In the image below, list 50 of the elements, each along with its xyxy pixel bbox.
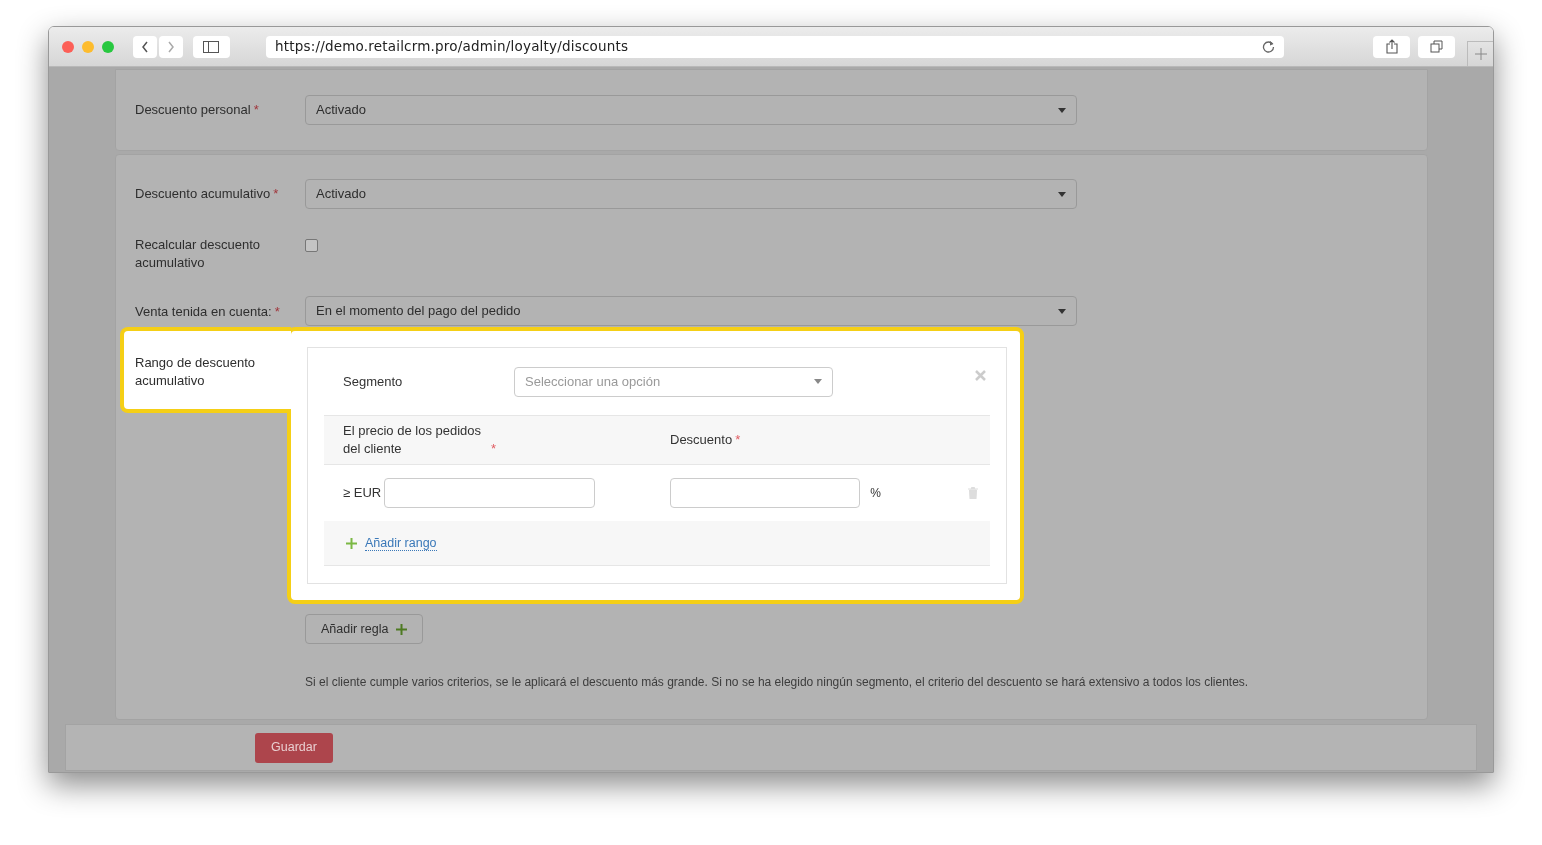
close-icon[interactable] — [974, 369, 987, 382]
back-button[interactable] — [133, 35, 157, 58]
field-label: Recalcular descuento acumulativo — [135, 236, 262, 272]
sidebar-icon — [203, 40, 220, 53]
required-mark: * — [491, 440, 497, 458]
share-icon — [1385, 39, 1398, 54]
minimize-window-icon[interactable] — [82, 40, 94, 53]
address-bar[interactable]: https://demo.retailcrm.pro/admin/loyalty/discounts — [265, 35, 1285, 58]
select-field[interactable]: Activado — [305, 95, 1077, 125]
dropdown-caret-icon — [1058, 107, 1066, 113]
plus-icon — [1474, 48, 1487, 60]
required-mark: * — [274, 304, 280, 319]
discount-input[interactable] — [670, 478, 861, 508]
amount-input[interactable] — [384, 478, 596, 508]
tabs-icon — [1430, 40, 1444, 53]
sidebar-button[interactable] — [193, 35, 230, 58]
dropdown-caret-icon — [1058, 191, 1066, 197]
maximize-window-icon[interactable] — [102, 40, 114, 53]
back-icon — [140, 39, 150, 54]
required-mark: * — [253, 102, 259, 118]
share-button[interactable] — [1373, 35, 1411, 58]
tabs-button[interactable] — [1418, 35, 1456, 58]
required-mark: * — [273, 186, 279, 202]
dropdown-caret-icon — [814, 379, 822, 384]
new-tab-button[interactable] — [1467, 41, 1493, 66]
required-mark: * — [735, 431, 741, 449]
label-text: Descuento personal — [135, 102, 251, 118]
url-text: https://demo.retailcrm.pro/admin/loyalty/discounts — [274, 37, 629, 57]
add-rule-button[interactable]: Añadir regla — [305, 614, 424, 644]
currency-prefix: ≥ EUR — [343, 484, 382, 503]
label-text: Venta tenida en cuenta: — [135, 304, 272, 319]
help-text: Si el cliente cumple varios criterios, se le aplicará el descuento más grande. Si no se ha elegido ningún segmento, el criterio del descuento se hará extensivo a todos los clientes. — [305, 674, 1250, 691]
field-label: Rango de descuento acumulativo — [135, 354, 256, 390]
trash-icon[interactable] — [968, 487, 978, 499]
plus-icon — [396, 623, 408, 635]
add-range-link[interactable]: Añadir rango — [365, 535, 437, 551]
forward-icon — [166, 39, 176, 54]
dropdown-caret-icon — [1058, 308, 1066, 314]
save-button[interactable]: Guardar — [255, 732, 333, 763]
percent-unit: % — [870, 485, 881, 502]
field-label: Segmento — [343, 372, 404, 391]
plus-icon — [346, 537, 357, 549]
select-field[interactable]: En el momento del pago del pedido — [305, 296, 1077, 326]
header-text: Descuento — [670, 431, 733, 449]
label-text: Descuento acumulativo — [135, 186, 271, 202]
select-field[interactable]: Activado — [305, 179, 1077, 209]
header-text: El precio de los pedidos del cliente — [343, 422, 483, 458]
reload-icon[interactable] — [1262, 40, 1276, 53]
close-window-icon[interactable] — [62, 40, 74, 53]
checkbox[interactable] — [305, 239, 318, 252]
